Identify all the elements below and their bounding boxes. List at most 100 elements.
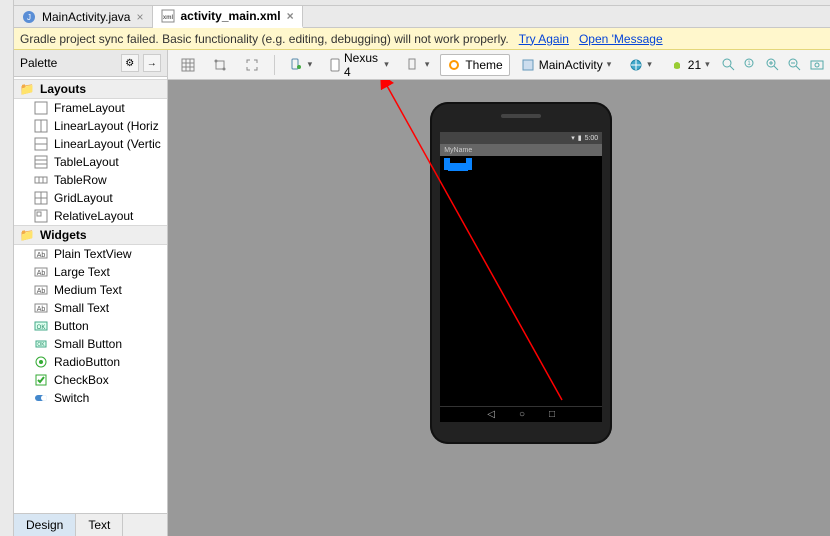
text-icon: Ab bbox=[34, 283, 48, 297]
palette-item-framelayout[interactable]: FrameLayout bbox=[14, 99, 167, 117]
folder-icon: 📁 bbox=[20, 82, 34, 96]
app-title: MyName bbox=[444, 147, 472, 154]
layout-icon bbox=[34, 209, 48, 223]
checkbox-icon bbox=[34, 373, 48, 387]
svg-text:Ab: Ab bbox=[37, 252, 46, 259]
palette-item-smallbutton[interactable]: OKSmall Button bbox=[14, 335, 167, 353]
layout-icon bbox=[34, 119, 48, 133]
layout-icon bbox=[34, 101, 48, 115]
category-widgets[interactable]: 📁 Widgets bbox=[14, 225, 167, 245]
folder-icon: 📁 bbox=[20, 228, 34, 242]
gutter-strip bbox=[0, 0, 14, 536]
svg-text:J: J bbox=[27, 13, 31, 22]
theme-icon bbox=[447, 58, 461, 72]
category-label: Widgets bbox=[40, 228, 87, 242]
java-file-icon: J bbox=[22, 10, 36, 24]
palette-item-tablerow[interactable]: TableRow bbox=[14, 171, 167, 189]
svg-text:xml: xml bbox=[162, 15, 173, 21]
warning-message: Gradle project sync failed. Basic functi… bbox=[20, 32, 509, 46]
close-tab-icon[interactable]: × bbox=[136, 10, 143, 24]
tab-mainactivity-java[interactable]: J MainActivity.java × bbox=[14, 6, 153, 27]
palette-collapse-icon[interactable]: → bbox=[143, 54, 161, 72]
tab-label: activity_main.xml bbox=[181, 9, 281, 23]
svg-text:Ab: Ab bbox=[37, 270, 46, 277]
palette-item-linearlayout-v[interactable]: LinearLayout (Vertic bbox=[14, 135, 167, 153]
tab-activity-main-xml[interactable]: xml activity_main.xml × bbox=[153, 6, 303, 28]
palette-item-gridlayout[interactable]: GridLayout bbox=[14, 189, 167, 207]
svg-text:Ab: Ab bbox=[37, 306, 46, 313]
orientation-selector[interactable]: ▾ bbox=[400, 54, 437, 76]
layout-icon bbox=[34, 173, 48, 187]
svg-text:OK: OK bbox=[37, 325, 46, 331]
sync-warning-bar: Gradle project sync failed. Basic functi… bbox=[14, 28, 830, 50]
layout-icon bbox=[34, 137, 48, 151]
xml-file-icon: xml bbox=[161, 9, 175, 23]
palette-item-largetext[interactable]: AbLarge Text bbox=[14, 263, 167, 281]
speaker-grille bbox=[501, 114, 541, 118]
svg-text:OK: OK bbox=[37, 342, 45, 348]
theme-selector[interactable]: Theme bbox=[440, 54, 509, 76]
recent-icon: □ bbox=[549, 409, 555, 420]
design-canvas[interactable]: ▾ ▮ 5:00 MyName ◁ ○ □ bbox=[168, 80, 830, 536]
text-icon: Ab bbox=[34, 301, 48, 315]
home-icon: ○ bbox=[519, 409, 525, 420]
design-tab[interactable]: Design bbox=[14, 514, 76, 536]
device-selector[interactable]: Nexus 4▾ bbox=[323, 54, 396, 76]
device-frame: ▾ ▮ 5:00 MyName ◁ ○ □ bbox=[430, 102, 612, 444]
radio-icon bbox=[34, 355, 48, 369]
status-time: 5:00 bbox=[585, 135, 599, 142]
palette-item-switch[interactable]: Switch bbox=[14, 389, 167, 407]
show-grid-icon[interactable] bbox=[174, 54, 202, 76]
try-again-link[interactable]: Try Again bbox=[519, 32, 569, 46]
open-messages-link[interactable]: Open 'Message bbox=[579, 32, 663, 46]
layout-icon bbox=[34, 155, 48, 169]
zoom-in-icon[interactable] bbox=[765, 57, 781, 73]
fit-icon[interactable] bbox=[238, 54, 266, 76]
api-selector[interactable]: 21▾ bbox=[663, 54, 717, 76]
category-layouts[interactable]: 📁 Layouts bbox=[14, 79, 167, 99]
svg-text:Ab: Ab bbox=[37, 288, 46, 295]
layout-icon bbox=[34, 191, 48, 205]
palette-item-radiobutton[interactable]: RadioButton bbox=[14, 353, 167, 371]
palette-item-plaintextview[interactable]: AbPlain TextView bbox=[14, 245, 167, 263]
close-tab-icon[interactable]: × bbox=[287, 9, 294, 23]
signal-icon: ▾ bbox=[571, 134, 575, 142]
selected-textview[interactable] bbox=[444, 158, 484, 170]
zoom-fit-icon[interactable] bbox=[721, 57, 737, 73]
activity-icon bbox=[521, 58, 535, 72]
palette-panel: Palette ⚙ → 📁 Layouts FrameLayout Linear… bbox=[14, 50, 168, 536]
locale-selector[interactable]: ▾ bbox=[622, 54, 659, 76]
palette-header: Palette ⚙ → bbox=[14, 50, 167, 77]
tab-label: MainActivity.java bbox=[42, 10, 130, 24]
design-area: ▾ Nexus 4▾ ▾ Theme MainActivity▾ ▾ 21▾ 1 bbox=[168, 50, 830, 536]
palette-body: 📁 Layouts FrameLayout LinearLayout (Hori… bbox=[14, 77, 167, 513]
text-icon: Ab bbox=[34, 265, 48, 279]
text-tab[interactable]: Text bbox=[76, 514, 123, 536]
palette-item-relativelayout[interactable]: RelativeLayout bbox=[14, 207, 167, 225]
device-screen[interactable]: ▾ ▮ 5:00 MyName ◁ ○ □ bbox=[440, 132, 602, 422]
zoom-actual-icon[interactable]: 1 bbox=[743, 57, 759, 73]
globe-icon bbox=[629, 58, 643, 72]
design-toolbar: ▾ Nexus 4▾ ▾ Theme MainActivity▾ ▾ 21▾ 1 bbox=[168, 50, 830, 80]
back-icon: ◁ bbox=[487, 409, 495, 420]
palette-title: Palette bbox=[20, 56, 57, 70]
palette-item-mediumtext[interactable]: AbMedium Text bbox=[14, 281, 167, 299]
status-bar: ▾ ▮ 5:00 bbox=[440, 132, 602, 144]
activity-selector[interactable]: MainActivity▾ bbox=[514, 54, 619, 76]
editor-mode-tabs: Design Text bbox=[14, 513, 167, 536]
zoom-out-icon[interactable] bbox=[787, 57, 803, 73]
device-config-icon[interactable]: ▾ bbox=[283, 54, 320, 76]
palette-item-checkbox[interactable]: CheckBox bbox=[14, 371, 167, 389]
phone-icon bbox=[330, 58, 340, 72]
button-icon: OK bbox=[34, 337, 48, 351]
palette-item-linearlayout-h[interactable]: LinearLayout (Horiz bbox=[14, 117, 167, 135]
palette-item-button[interactable]: OKButton bbox=[14, 317, 167, 335]
snap-icon[interactable] bbox=[206, 54, 234, 76]
capture-icon[interactable] bbox=[809, 57, 825, 73]
android-icon bbox=[670, 58, 684, 72]
palette-settings-icon[interactable]: ⚙ bbox=[121, 54, 139, 72]
palette-item-tablelayout[interactable]: TableLayout bbox=[14, 153, 167, 171]
palette-item-smalltext[interactable]: AbSmall Text bbox=[14, 299, 167, 317]
button-icon: OK bbox=[34, 319, 48, 333]
soft-nav-bar: ◁ ○ □ bbox=[440, 406, 602, 422]
